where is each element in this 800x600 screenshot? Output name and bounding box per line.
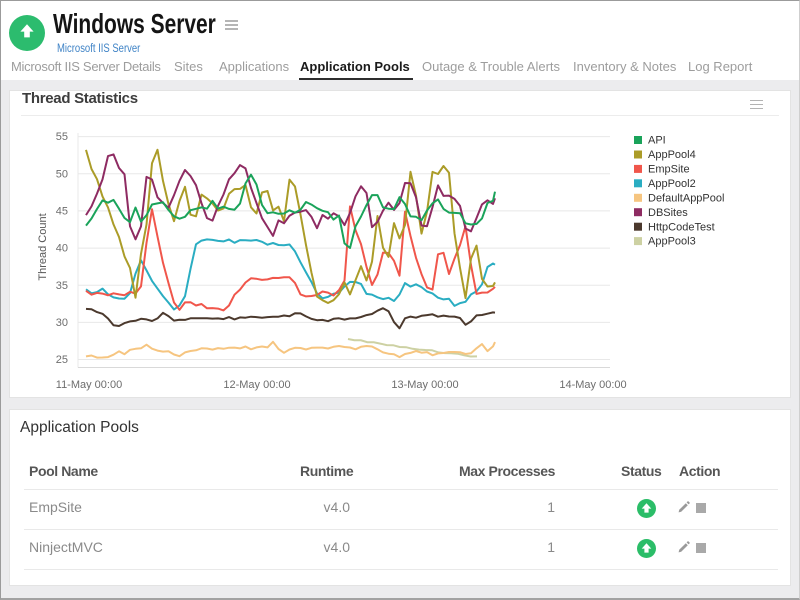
svg-text:HttpCodeTest: HttpCodeTest: [648, 221, 715, 233]
svg-text:11-May 00:00: 11-May 00:00: [56, 379, 122, 391]
svg-text:50: 50: [56, 168, 68, 180]
svg-text:DBSites: DBSites: [648, 207, 688, 219]
svg-text:13-May 00:00: 13-May 00:00: [391, 379, 458, 391]
svg-text:DefaultAppPool: DefaultAppPool: [648, 192, 724, 204]
svg-text:API: API: [648, 135, 666, 147]
svg-text:45: 45: [56, 206, 68, 218]
svg-text:14-May 00:00: 14-May 00:00: [559, 379, 626, 391]
svg-text:30: 30: [56, 317, 68, 329]
svg-text:35: 35: [56, 280, 68, 292]
svg-text:EmpSite: EmpSite: [648, 164, 690, 176]
svg-text:AppPool2: AppPool2: [648, 178, 696, 190]
svg-text:25: 25: [56, 354, 68, 366]
svg-text:Thread Count: Thread Count: [37, 213, 49, 280]
svg-text:40: 40: [56, 243, 68, 255]
svg-text:55: 55: [56, 131, 68, 143]
svg-text:AppPool3: AppPool3: [648, 236, 696, 248]
svg-text:12-May 00:00: 12-May 00:00: [223, 379, 290, 391]
svg-text:AppPool4: AppPool4: [648, 149, 696, 161]
